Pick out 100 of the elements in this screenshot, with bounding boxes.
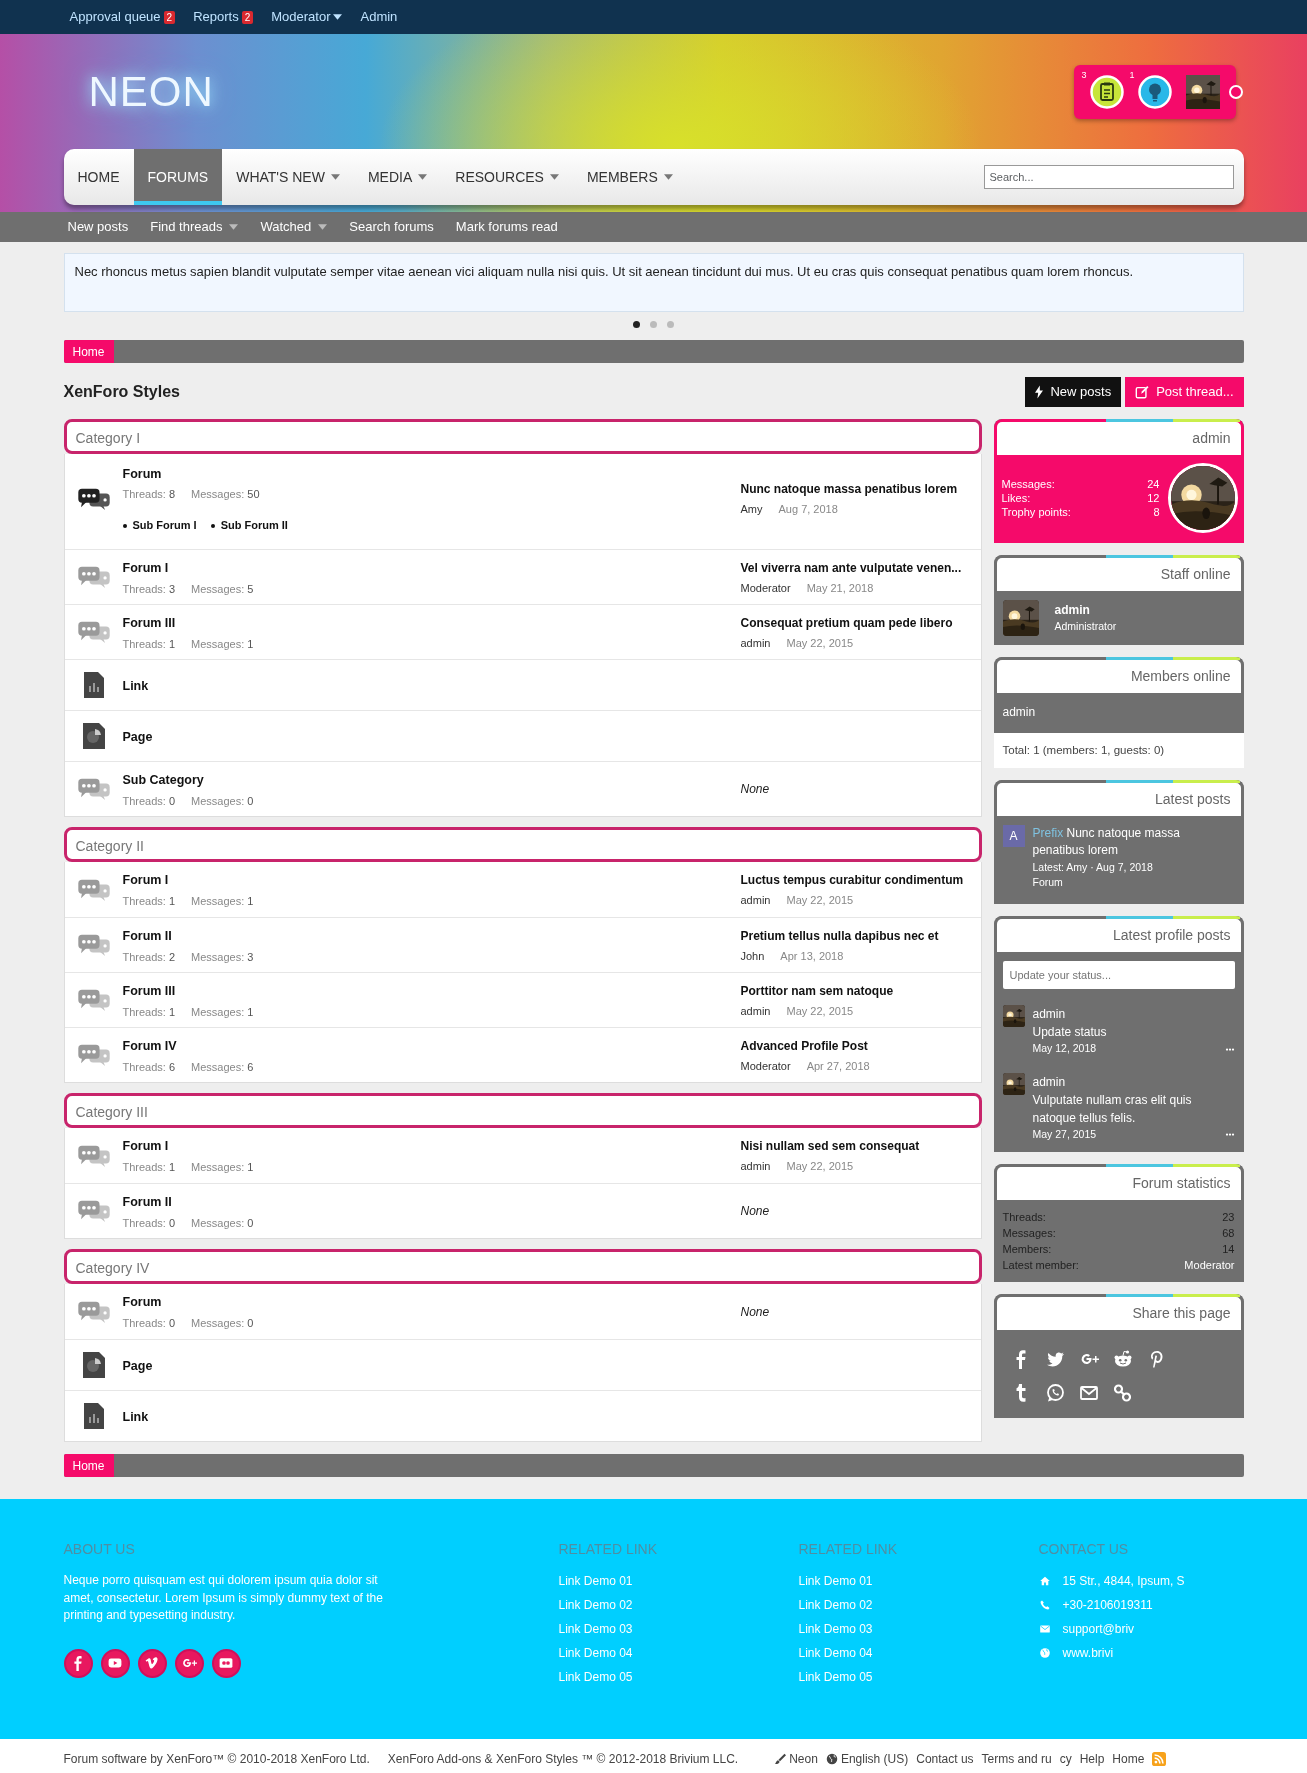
link-icon[interactable] — [1112, 1382, 1133, 1403]
top-nav-link[interactable]: Reports 2 — [193, 7, 254, 27]
forum-title[interactable]: Link — [122, 1409, 149, 1424]
breadcrumb-link[interactable]: Home — [63, 340, 114, 364]
last-post-title[interactable]: Porttitor nam sem natoque — [740, 981, 975, 1000]
forum-title[interactable]: Page — [122, 1358, 153, 1373]
top-nav-link[interactable]: Admin — [360, 7, 398, 27]
forum-title[interactable]: Link — [122, 678, 149, 693]
post-author[interactable]: Moderator — [740, 579, 791, 597]
post-author[interactable]: admin — [740, 892, 771, 909]
sub-forum-link[interactable]: Sub Forum II — [210, 516, 288, 534]
last-post-title[interactable]: Consequat pretium quam pede libero — [740, 613, 975, 632]
forum-title[interactable]: Forum III — [122, 983, 176, 998]
notice-text: Nec rhoncus metus sapien blandit vulputate semper vitae aenean vici aliquam nulla nisi quis. Ut sit aenean tincidunt dui mus. Ut eu cras quis consequat penatibus quam lorem rhoncus. — [63, 253, 1244, 313]
forum-stat: Messages: 5 — [191, 581, 254, 597]
forum-title[interactable]: Forum II — [122, 928, 172, 943]
post-author[interactable]: admin — [740, 1002, 771, 1020]
footer-link[interactable]: Terms and ru — [981, 1750, 1052, 1769]
footer-heading: RELATED LINK — [558, 1540, 659, 1560]
breadcrumb-link[interactable]: Home — [63, 1454, 114, 1478]
post-author[interactable]: Amy — [740, 500, 763, 518]
post-author[interactable]: admin — [740, 1158, 771, 1175]
post-date: May 27, 2015 — [1032, 1126, 1097, 1142]
nav-tab[interactable]: MEDIA — [353, 149, 442, 205]
nav-tab[interactable]: FORUMS — [133, 149, 223, 205]
last-post-title[interactable]: Vel viverra nam ante vulputate venen... — [740, 558, 975, 577]
post-author[interactable]: John — [740, 947, 765, 965]
member-link[interactable]: Moderator — [1184, 1256, 1235, 1273]
reddit-icon[interactable] — [1112, 1348, 1133, 1369]
last-post-title[interactable]: Nisi nullam sed sem consequat — [740, 1137, 975, 1156]
post-author[interactable]: Moderator — [740, 1057, 791, 1075]
forum-title[interactable]: Forum — [122, 1295, 162, 1310]
forum-title[interactable]: Forum I — [122, 560, 169, 575]
slide-dot[interactable] — [633, 321, 640, 329]
last-post-title[interactable]: Luctus tempus curabitur condimentum — [740, 871, 975, 890]
more-icon[interactable] — [1224, 1047, 1235, 1051]
last-post-title[interactable]: Pretium tellus nulla dapibus nec et — [740, 926, 975, 945]
forum-title[interactable]: Forum I — [122, 873, 169, 888]
sub-nav-link[interactable]: Mark forums read — [455, 217, 558, 237]
nav-tab[interactable]: WHAT'S NEW — [222, 149, 354, 205]
forum-title[interactable]: Sub Category — [122, 772, 204, 787]
post-author[interactable]: admin — [1032, 1005, 1235, 1024]
slide-dot[interactable] — [667, 321, 674, 329]
forum-title[interactable]: Forum I — [122, 1139, 169, 1154]
forum-stat: Threads: 1 — [122, 894, 176, 910]
category-header[interactable]: Category II — [63, 827, 982, 863]
caret-icon — [318, 224, 328, 230]
post-author[interactable]: admin — [740, 634, 771, 652]
search-field[interactable]: Search... — [983, 165, 1234, 189]
category-header[interactable]: Category III — [63, 1093, 982, 1129]
nav-tab[interactable]: MEMBERS — [572, 149, 687, 205]
lightbulb-icon[interactable] — [1137, 74, 1172, 109]
sub-nav-link[interactable]: New posts — [67, 217, 129, 237]
whatsapp-icon[interactable] — [1044, 1382, 1065, 1403]
member-name[interactable]: admin — [1002, 704, 1036, 719]
last-post-title[interactable]: Nunc natoque massa penatibus lorem — [740, 479, 975, 498]
forum-title[interactable]: Forum IV — [122, 1038, 177, 1053]
category-header[interactable]: Category IV — [63, 1249, 982, 1285]
footer-link[interactable]: English (US) — [825, 1750, 909, 1769]
forum-title[interactable]: Forum II — [122, 1194, 172, 1209]
nav-tab[interactable]: HOME — [63, 149, 134, 205]
forum-stat: Threads: 1 — [122, 1160, 176, 1176]
post-author[interactable]: admin — [1032, 1072, 1235, 1091]
post-text: Vulputate nullam cras elit quis natoque tellus felis. — [1032, 1091, 1193, 1127]
forum-title[interactable]: Forum — [122, 466, 162, 481]
post-date: Apr 13, 2018 — [780, 948, 844, 964]
new-posts-button[interactable]: New posts — [1025, 377, 1122, 407]
status-field[interactable]: Update your status... — [1002, 961, 1235, 990]
forum-title[interactable]: Page — [122, 729, 153, 744]
sub-nav-link[interactable]: Search forums — [349, 217, 434, 237]
sub-forum-link[interactable]: Sub Forum I — [122, 516, 197, 534]
footer-link[interactable]: Contact us — [916, 1750, 974, 1769]
widget-title: Members online — [1129, 666, 1232, 686]
post-date: May 22, 2015 — [786, 1003, 854, 1019]
slide-dot[interactable] — [650, 321, 657, 329]
category-header[interactable]: Category I — [63, 418, 982, 454]
forum-title[interactable]: Forum III — [122, 615, 176, 630]
nav-tab[interactable]: RESOURCES — [441, 149, 573, 205]
member-name[interactable]: admin — [1054, 600, 1117, 619]
footer-link[interactable]: Home — [1112, 1750, 1145, 1769]
sub-nav-link[interactable]: Find threads — [150, 217, 239, 237]
stat-label: Members: — [1002, 1241, 1052, 1257]
post-thread-button[interactable]: Post thread... — [1125, 377, 1244, 407]
footer-link[interactable]: Help — [1079, 1750, 1105, 1769]
post-text: Update status — [1032, 1024, 1108, 1042]
top-nav-link[interactable]: Moderator — [271, 7, 343, 27]
footer-link[interactable]: Neon — [774, 1750, 818, 1769]
caret-icon — [663, 174, 673, 180]
sub-nav-link[interactable]: Watched — [260, 217, 328, 237]
clipboard-icon[interactable] — [1089, 74, 1124, 109]
top-nav-link[interactable]: Approval queue 2 — [69, 7, 176, 27]
footer-heading: ABOUT US — [63, 1540, 136, 1560]
thread-title[interactable]: Prefix Nunc natoque massa penatibus lorem — [1032, 824, 1235, 860]
footer-link[interactable]: cy — [1059, 1750, 1072, 1769]
forum-stat: Threads: 2 — [122, 949, 176, 965]
last-post-title[interactable]: Advanced Profile Post — [740, 1036, 975, 1055]
toggle-knob[interactable] — [1228, 84, 1243, 99]
copyright-text: XenForo Add-ons & XenForo Styles ™ © 2012-2018 Brivium LLC. — [387, 1751, 739, 1769]
more-icon[interactable] — [1224, 1133, 1235, 1137]
chart-document-icon — [83, 672, 104, 699]
